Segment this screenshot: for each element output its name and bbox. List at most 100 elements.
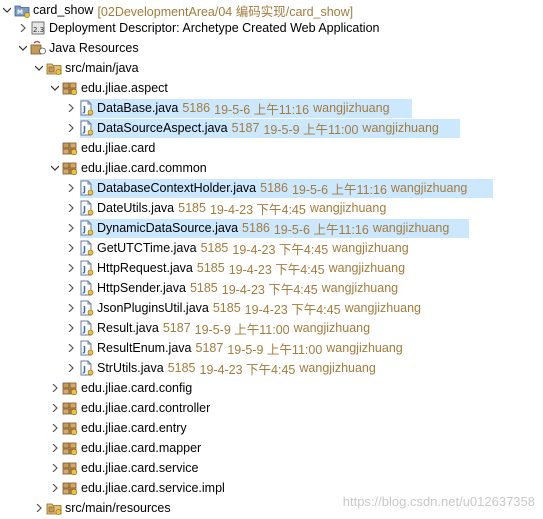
source-folder-icon	[46, 60, 62, 76]
file-revision: 5187	[231, 121, 260, 135]
file-author: wangjizhuang	[362, 121, 439, 135]
tree-row-file-datasourceaspect[interactable]: DataSourceAspect.java 5187 19-5-9 上午11:0…	[0, 118, 543, 138]
tree-row-project[interactable]: card_show [02DevelopmentArea/04 编码实现/car…	[0, 0, 543, 20]
chevron-right-icon[interactable]	[66, 338, 78, 358]
file-revision: 5186	[260, 181, 288, 195]
chevron-right-icon[interactable]	[66, 218, 78, 238]
chevron-right-icon[interactable]	[66, 298, 78, 318]
chevron-right-icon[interactable]	[50, 458, 62, 478]
file-date: 19-5-6 上午11:16	[291, 182, 387, 197]
tree-row-deployment-descriptor[interactable]: Deployment Descriptor: Archetype Created…	[0, 18, 543, 38]
chevron-right-icon[interactable]	[66, 318, 78, 338]
tree-row-package-controller[interactable]: edu.jliae.card.controller	[0, 398, 543, 418]
chevron-down-icon[interactable]	[50, 78, 62, 98]
chevron-right-icon[interactable]	[66, 238, 78, 258]
tree-row-java-resources[interactable]: Java Resources	[0, 38, 543, 58]
chevron-right-icon[interactable]	[50, 438, 62, 458]
file-author: wangjizhuang	[328, 261, 406, 275]
java-resources-label: Java Resources	[49, 41, 139, 55]
tree-row-file-resultenum[interactable]: ResultEnum.java 5187 19-5-9 上午11:00 wang…	[0, 338, 543, 358]
file-author: wangjizhuang	[299, 361, 376, 375]
tree-row-file-dbcontextholder[interactable]: DatabaseContextHolder.java 5186 19-5-6 上…	[0, 178, 543, 198]
package-label: edu.jliae.card.entry	[81, 421, 187, 435]
chevron-right-icon[interactable]	[66, 358, 78, 378]
tree-row-file-jsonplugins[interactable]: JsonPluginsUtil.java 5185 19-4-23 下午4:45…	[0, 298, 543, 318]
tree-row-package-card[interactable]: edu.jliae.card	[0, 138, 543, 158]
chevron-right-icon[interactable]	[66, 198, 78, 218]
file-name: DataBase.java	[97, 101, 179, 115]
java-file-icon	[78, 280, 94, 296]
file-name: DatabaseContextHolder.java	[97, 181, 257, 195]
java-file-icon	[78, 180, 94, 196]
file-date: 19-5-9 上午11:00	[227, 342, 323, 357]
package-explorer-tree: card_show [02DevelopmentArea/04 编码实现/car…	[0, 0, 543, 519]
chevron-right-icon[interactable]	[66, 258, 78, 278]
package-label: edu.jliae.aspect	[81, 81, 168, 95]
tree-row-file-result[interactable]: Result.java 5187 19-5-9 上午11:00 wangjizh…	[0, 318, 543, 338]
chevron-down-icon[interactable]	[18, 38, 30, 58]
file-date: 19-4-23 下午4:45	[209, 202, 306, 217]
tree-row-package-config[interactable]: edu.jliae.card.config	[0, 378, 543, 398]
file-date: 19-4-23 下午4:45	[228, 262, 325, 277]
chevron-right-icon[interactable]	[34, 498, 46, 518]
tree-row-package-mapper[interactable]: edu.jliae.card.mapper	[0, 438, 543, 458]
tree-row-file-getutctime[interactable]: GetUTCTime.java 5185 19-4-23 下午4:45 wang…	[0, 238, 543, 258]
file-author: wangjizhuang	[293, 321, 371, 335]
chevron-right-icon[interactable]	[18, 18, 30, 38]
file-author: wangjizhuang	[313, 101, 390, 115]
tree-row-file-dateutils[interactable]: DateUtils.java 5185 19-4-23 下午4:45 wangj…	[0, 198, 543, 218]
tree-row-file-strutils[interactable]: StrUtils.java 5185 19-4-23 下午4:45 wangji…	[0, 358, 543, 378]
chevron-right-icon[interactable]	[66, 118, 78, 138]
project-decoration: [02DevelopmentArea/04 编码实现/card_show]	[97, 4, 354, 19]
file-name: DataSourceAspect.java	[97, 121, 228, 135]
chevron-down-icon[interactable]	[50, 158, 62, 178]
file-revision: 5186	[182, 101, 211, 115]
java-file-icon	[78, 200, 94, 216]
tree-row-package-service[interactable]: edu.jliae.card.service	[0, 458, 543, 478]
java-file-icon	[78, 320, 94, 336]
tree-row-package-entry[interactable]: edu.jliae.card.entry	[0, 418, 543, 438]
tree-row-package-aspect[interactable]: edu.jliae.aspect	[0, 78, 543, 98]
deployment-descriptor-icon	[30, 20, 46, 36]
file-date: 19-5-9 上午11:00	[263, 122, 359, 137]
file-name: StrUtils.java	[97, 361, 164, 375]
java-file-icon	[78, 240, 94, 256]
watermark: https://blog.csdn.net/u012637358	[342, 494, 535, 509]
tree-row-file-dynamicds[interactable]: DynamicDataSource.java 5186 19-5-6 上午11:…	[0, 218, 543, 238]
file-revision: 5186	[242, 221, 270, 235]
source-folder-label: src/main/java	[65, 61, 139, 75]
chevron-right-icon[interactable]	[50, 378, 62, 398]
chevron-right-icon[interactable]	[66, 98, 78, 118]
chevron-right-icon[interactable]	[50, 418, 62, 438]
tree-row-file-httprequest[interactable]: HttpRequest.java 5185 19-4-23 下午4:45 wan…	[0, 258, 543, 278]
java-resources-icon	[30, 40, 46, 56]
tree-row-file-database[interactable]: DataBase.java 5186 19-5-6 上午11:16 wangji…	[0, 98, 543, 118]
package-label: edu.jliae.card.config	[81, 381, 193, 395]
file-date: 19-5-6 上午11:16	[214, 102, 310, 117]
file-author: wangjizhuang	[326, 341, 403, 355]
java-file-icon	[78, 220, 94, 236]
chevron-right-icon[interactable]	[66, 278, 78, 298]
package-icon	[62, 460, 78, 476]
chevron-right-icon[interactable]	[50, 398, 62, 418]
chevron-none	[50, 138, 62, 158]
tree-row-src-main-java[interactable]: src/main/java	[0, 58, 543, 78]
package-label: edu.jliae.card.service.impl	[81, 481, 225, 495]
deployment-descriptor-label: Deployment Descriptor: Archetype Created…	[49, 21, 380, 35]
package-label: edu.jliae.card.common	[81, 161, 207, 175]
chevron-right-icon[interactable]	[50, 478, 62, 498]
package-label: edu.jliae.card.mapper	[81, 441, 202, 455]
package-label: edu.jliae.card	[81, 141, 156, 155]
package-icon	[62, 80, 78, 96]
file-name: Result.java	[97, 321, 159, 335]
package-icon	[62, 140, 78, 156]
file-author: wangjizhuang	[390, 181, 468, 195]
file-revision: 5187	[162, 321, 191, 335]
package-icon	[62, 440, 78, 456]
chevron-right-icon[interactable]	[66, 178, 78, 198]
tree-row-package-common[interactable]: edu.jliae.card.common	[0, 158, 543, 178]
package-label: edu.jliae.card.service	[81, 461, 199, 475]
tree-row-file-httpsender[interactable]: HttpSender.java 5185 19-4-23 下午4:45 wang…	[0, 278, 543, 298]
chevron-down-icon[interactable]	[34, 58, 46, 78]
chevron-down-icon[interactable]	[2, 0, 14, 20]
